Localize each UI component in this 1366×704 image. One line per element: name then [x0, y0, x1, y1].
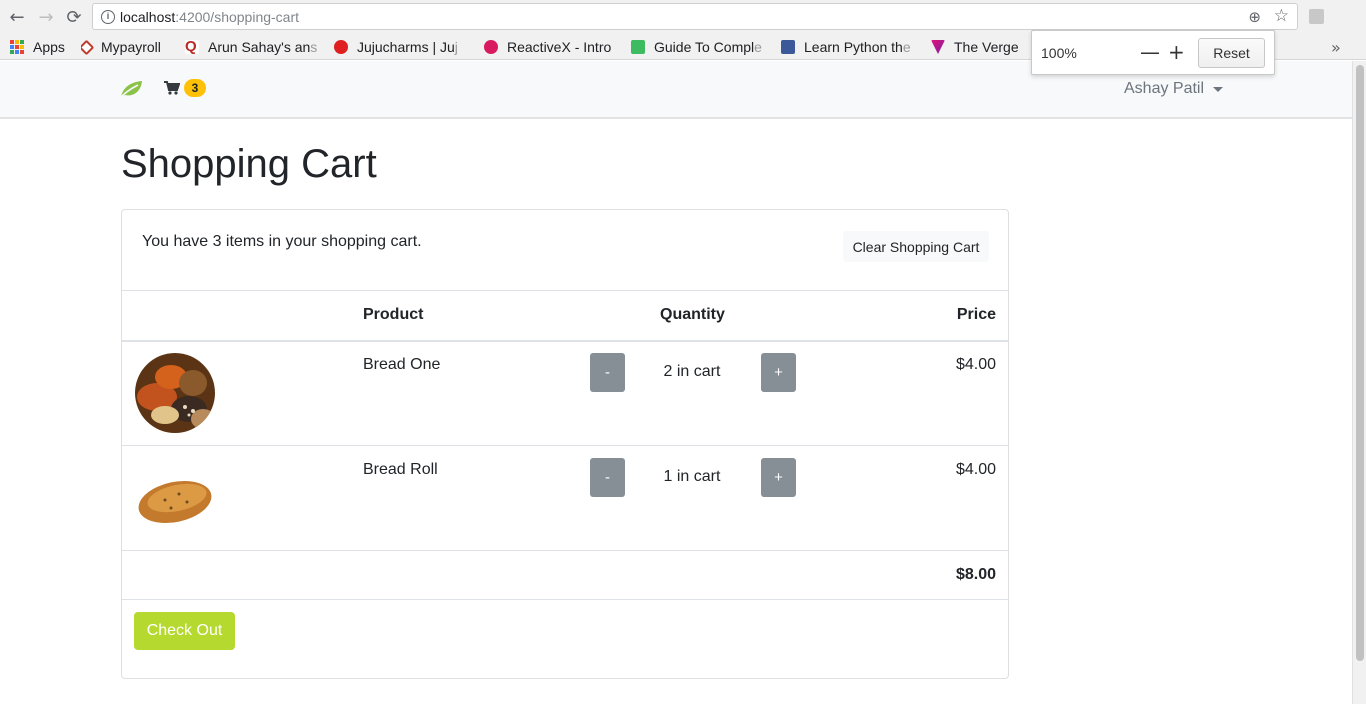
- zoom-popup: 100% — + Reset: [1031, 30, 1275, 75]
- verge-icon: [931, 40, 945, 54]
- bookmark-the-verge[interactable]: The Verge: [931, 38, 1027, 56]
- mypayroll-icon: [81, 39, 95, 55]
- reactivex-icon: [484, 40, 498, 54]
- learn-python-icon: [781, 40, 795, 54]
- address-url[interactable]: localhost:4200/shopping-cart: [120, 9, 299, 25]
- zoom-icon[interactable]: ⊕: [1248, 8, 1261, 26]
- zoom-out-button[interactable]: —: [1140, 40, 1160, 64]
- divider: [122, 550, 1008, 551]
- cart-summary-message: You have 3 items in your shopping cart.: [142, 233, 422, 250]
- jujucharms-icon: [334, 40, 348, 54]
- bookmark-jujucharms[interactable]: Jujucharms | Ju j: [334, 38, 470, 56]
- checkout-button[interactable]: Check Out: [134, 612, 235, 650]
- table-row: Bread One - 2 in cart + $4.00: [122, 341, 1008, 446]
- bookmark-label-fade: e: [902, 39, 911, 55]
- scrollbar-thumb[interactable]: [1356, 65, 1364, 661]
- bookmark-label: The Verge: [954, 39, 1019, 55]
- product-thumbnail: [135, 353, 215, 433]
- bookmark-label-fade: s: [310, 39, 318, 55]
- reload-icon[interactable]: ⟳: [63, 6, 85, 28]
- decrease-quantity-button[interactable]: -: [590, 458, 625, 497]
- bookmark-label-fade: j: [454, 39, 458, 55]
- bookmark-label: Apps: [33, 39, 65, 55]
- guide-icon: [631, 40, 645, 54]
- bread-assortment-image: [135, 353, 215, 433]
- table-row: Bread Roll - 1 in cart + $4.00: [122, 446, 1008, 551]
- extension-icon[interactable]: [1309, 9, 1324, 24]
- user-name: Ashay Patil: [1124, 80, 1205, 97]
- zoom-reset-button[interactable]: Reset: [1198, 38, 1265, 68]
- bookmark-label: Learn Python th: [804, 39, 903, 55]
- product-price: $4.00: [955, 461, 996, 478]
- url-host: localhost: [120, 9, 176, 25]
- back-icon[interactable]: ←: [6, 6, 28, 28]
- header-product: Product: [363, 306, 424, 323]
- apps-grid-icon: [10, 40, 24, 54]
- bookmark-star-icon[interactable]: ☆: [1274, 6, 1289, 26]
- bookmark-mypayroll[interactable]: Mypayroll: [81, 38, 161, 56]
- header-quantity: Quantity: [660, 306, 725, 323]
- bookmark-guide[interactable]: Guide To Compl e: [631, 38, 769, 56]
- more-bookmarks-icon[interactable]: »: [1331, 38, 1341, 57]
- user-menu-toggle[interactable]: Ashay Patil: [1124, 80, 1224, 98]
- divider: [122, 599, 1008, 600]
- shopping-cart-icon: [164, 81, 180, 95]
- forward-icon[interactable]: →: [35, 6, 57, 28]
- bookmark-label: ReactiveX - Intro: [507, 39, 612, 55]
- zoom-percent: 100%: [1041, 45, 1077, 61]
- address-bar[interactable]: i localhost:4200/shopping-cart ⊕ ☆: [92, 3, 1298, 30]
- increase-quantity-button[interactable]: +: [761, 353, 796, 392]
- site-info-icon[interactable]: i: [101, 10, 115, 24]
- cart-total: $8.00: [955, 566, 996, 583]
- page-title: Shopping Cart: [121, 142, 377, 186]
- bookmark-label-fade: e: [754, 39, 762, 55]
- bookmark-reactivex[interactable]: ReactiveX - Intro: [484, 38, 611, 56]
- product-name: Bread One: [363, 356, 441, 373]
- cart-count-badge: 3: [184, 79, 206, 97]
- bookmark-label: Jujucharms | Ju: [357, 39, 455, 55]
- increase-quantity-button[interactable]: +: [761, 458, 796, 497]
- product-price: $4.00: [955, 356, 996, 373]
- cart-card: You have 3 items in your shopping cart. …: [121, 209, 1009, 679]
- product-thumbnail: [135, 458, 215, 538]
- bookmark-apps[interactable]: Apps: [10, 38, 65, 56]
- browser-toolbar: ← → ⟳ i localhost:4200/shopping-cart ⊕ ☆: [0, 0, 1366, 34]
- bookmark-label: Mypayroll: [101, 39, 161, 55]
- clear-cart-button[interactable]: Clear Shopping Cart: [843, 231, 989, 262]
- leaf-logo-icon[interactable]: [119, 79, 143, 99]
- bread-roll-image: [135, 458, 215, 538]
- quantity-in-cart: 1 in cart: [663, 468, 721, 485]
- divider: [122, 290, 1008, 291]
- url-path: :4200/shopping-cart: [175, 9, 300, 25]
- zoom-in-button[interactable]: +: [1168, 40, 1185, 64]
- cart-link[interactable]: 3: [164, 79, 206, 97]
- header-price: Price: [956, 306, 996, 323]
- bookmark-label: Guide To Compl: [654, 39, 755, 55]
- bookmark-arun-sahay[interactable]: Q Arun Sahay's an s: [185, 38, 321, 56]
- bookmark-learn-python[interactable]: Learn Python th e: [781, 38, 921, 56]
- page-scrollbar[interactable]: [1352, 61, 1366, 704]
- quantity-in-cart: 2 in cart: [663, 363, 721, 380]
- dropdown-caret-icon: [1213, 86, 1224, 92]
- bookmark-label: Arun Sahay's an: [208, 39, 311, 55]
- product-name: Bread Roll: [363, 461, 438, 478]
- decrease-quantity-button[interactable]: -: [590, 353, 625, 392]
- quora-icon: Q: [185, 39, 199, 54]
